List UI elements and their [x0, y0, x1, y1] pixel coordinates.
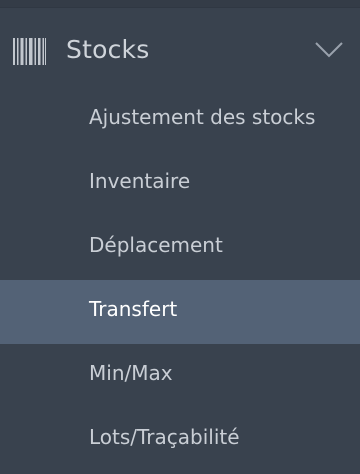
sidebar-panel: Stocks Ajustement des stocks Inventaire …: [0, 0, 360, 474]
menu-item-label: Inventaire: [89, 169, 191, 193]
menu-item-lots-tracabilite[interactable]: Lots/Traçabilité: [0, 408, 360, 472]
menu-item-label: Lots/Traçabilité: [89, 425, 240, 449]
barcode-icon: [13, 38, 46, 65]
menu-item-label: Transfert: [89, 297, 178, 321]
stocks-submenu: Ajustement des stocks Inventaire Déplace…: [0, 88, 360, 472]
stocks-section-header[interactable]: Stocks: [0, 8, 360, 94]
menu-item-ajustement-des-stocks[interactable]: Ajustement des stocks: [0, 88, 360, 152]
top-divider: [0, 0, 360, 8]
menu-item-min-max[interactable]: Min/Max: [0, 344, 360, 408]
menu-item-label: Déplacement: [89, 233, 223, 257]
menu-item-transfert[interactable]: Transfert: [0, 280, 360, 344]
section-title: Stocks: [66, 35, 150, 64]
menu-item-label: Min/Max: [89, 361, 173, 385]
chevron-down-icon[interactable]: [314, 41, 344, 59]
menu-item-deplacement[interactable]: Déplacement: [0, 216, 360, 280]
menu-item-inventaire[interactable]: Inventaire: [0, 152, 360, 216]
menu-item-label: Ajustement des stocks: [89, 105, 316, 129]
